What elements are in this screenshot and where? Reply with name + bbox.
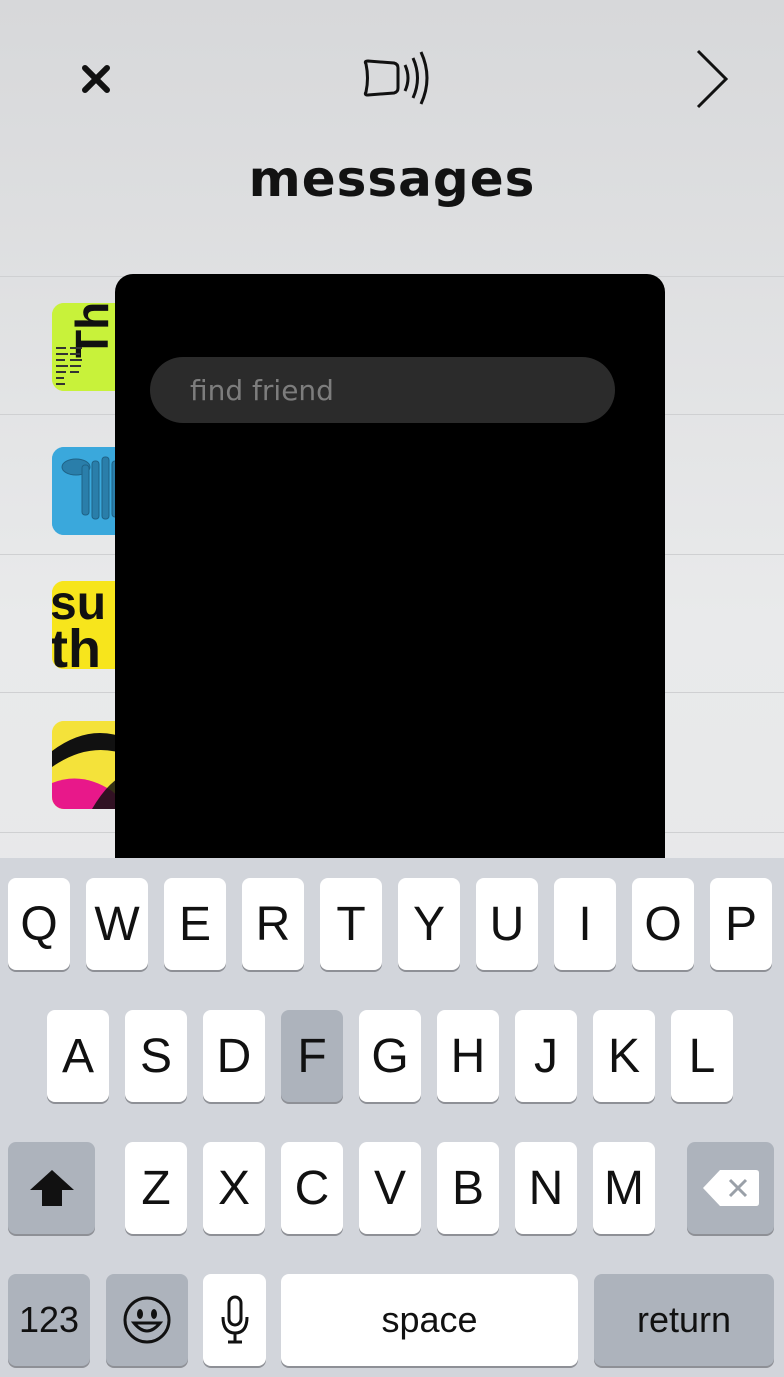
numbers-key[interactable]: 123 — [8, 1274, 90, 1366]
shift-key[interactable] — [8, 1142, 95, 1234]
space-key[interactable]: space — [281, 1274, 578, 1366]
key-u[interactable]: U — [476, 878, 538, 970]
key-e[interactable]: E — [164, 878, 226, 970]
delete-icon — [702, 1170, 759, 1206]
key-q[interactable]: Q — [8, 878, 70, 970]
delete-key[interactable] — [687, 1142, 774, 1234]
key-f[interactable]: F — [281, 1010, 343, 1102]
key-x[interactable]: X — [203, 1142, 265, 1234]
svg-text:Th: Th — [66, 303, 118, 358]
key-j[interactable]: J — [515, 1010, 577, 1102]
key-h[interactable]: H — [437, 1010, 499, 1102]
key-b[interactable]: B — [437, 1142, 499, 1234]
close-icon — [82, 65, 110, 93]
key-v[interactable]: V — [359, 1142, 421, 1234]
key-a[interactable]: A — [47, 1010, 109, 1102]
microphone-icon — [221, 1295, 248, 1344]
key-l[interactable]: L — [671, 1010, 733, 1102]
key-m[interactable]: M — [593, 1142, 655, 1234]
key-r[interactable]: R — [242, 878, 304, 970]
key-w[interactable]: W — [86, 878, 148, 970]
key-d[interactable]: D — [203, 1010, 265, 1102]
svg-text:th: th — [52, 619, 101, 669]
key-s[interactable]: S — [125, 1010, 187, 1102]
key-n[interactable]: N — [515, 1142, 577, 1234]
shift-icon — [29, 1170, 74, 1206]
return-key[interactable]: return — [594, 1274, 774, 1366]
header: messages — [0, 0, 784, 270]
close-button[interactable] — [80, 62, 112, 96]
page-title: messages — [248, 150, 536, 208]
key-c[interactable]: C — [281, 1142, 343, 1234]
key-i[interactable]: I — [554, 878, 616, 970]
key-p[interactable]: P — [710, 878, 772, 970]
key-k[interactable]: K — [593, 1010, 655, 1102]
speaker-wave-icon — [363, 51, 429, 105]
emoji-key[interactable] — [106, 1274, 188, 1366]
key-g[interactable]: G — [359, 1010, 421, 1102]
find-friend-panel — [115, 274, 665, 894]
key-o[interactable]: O — [632, 878, 694, 970]
next-button[interactable] — [690, 48, 734, 110]
emoji-icon — [123, 1296, 171, 1344]
chevron-right-icon — [696, 49, 729, 109]
key-z[interactable]: Z — [125, 1142, 187, 1234]
key-y[interactable]: Y — [398, 878, 460, 970]
microphone-key[interactable] — [203, 1274, 266, 1366]
key-t[interactable]: T — [320, 878, 382, 970]
find-friend-input[interactable] — [150, 357, 615, 423]
keyboard: QWERTYUIOP ASDFGHJKL ZXCVBNM 123 space r… — [0, 858, 784, 1377]
speaker-button[interactable] — [360, 50, 440, 106]
